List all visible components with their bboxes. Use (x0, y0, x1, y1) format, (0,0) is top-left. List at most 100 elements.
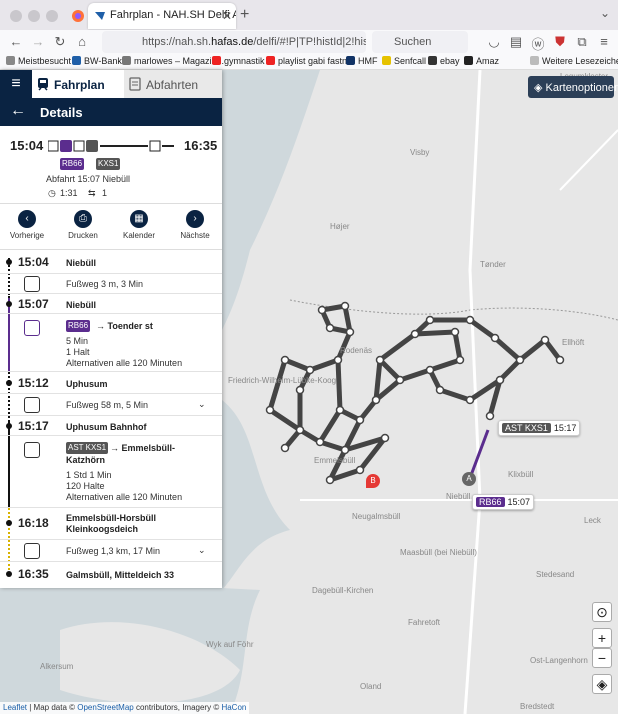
bus-leg-row[interactable]: AST KXS1 → Emmelsbüll- Katzhörn 1 Std 1 … (0, 436, 222, 508)
bus-stop-tag[interactable]: AST KXS1 15:17 (498, 420, 581, 436)
bookmark-gymnastik[interactable]: gymnastik (212, 56, 265, 66)
bus-stop-node[interactable] (490, 333, 500, 343)
back-arrow-icon[interactable]: ← (10, 102, 26, 120)
tab-abfahrten[interactable]: Abfahrten (124, 70, 222, 98)
bus-stop-node[interactable] (325, 475, 335, 485)
start-marker[interactable]: A (462, 472, 476, 486)
bus-stop-node[interactable] (280, 355, 290, 365)
chevron-down-icon[interactable]: ⌄ (198, 399, 206, 410)
zoom-out-button[interactable]: − (592, 648, 612, 668)
stop-row[interactable]: 16:18 Emmelsbüll-Horsbüll Kleinkoogsdeic… (0, 508, 222, 540)
osm-link[interactable]: OpenStreetMap (77, 703, 133, 712)
bus-stop-node[interactable] (465, 395, 475, 405)
bus-stop-node[interactable] (555, 355, 565, 365)
prev-button[interactable]: ‹ Vorherige (0, 210, 54, 240)
stop-row[interactable]: 15:17 Uphusum Bahnhof (0, 416, 222, 436)
stop-row[interactable]: 15:07 Niebüll (0, 294, 222, 314)
stop-row[interactable]: 16:35 Galmsbüll, Mitteldeich 33 (0, 562, 222, 586)
bus-stop-node[interactable] (485, 411, 495, 421)
reload-icon[interactable]: ↻ (52, 34, 68, 50)
firefox-tab-icon[interactable] (66, 4, 90, 28)
search-bar[interactable]: Suchen (372, 31, 468, 53)
bookmark-senfcall[interactable]: Senfcall (382, 56, 426, 66)
bus-stop-node[interactable] (317, 305, 327, 315)
bookmark-playlist[interactable]: playlist gabi fastner (266, 56, 355, 66)
tab-title: Fahrplan - NAH.SH Delfi Auskunft (110, 9, 236, 21)
tab-list-icon[interactable]: ⌄ (600, 6, 610, 20)
bus-stop-node[interactable] (355, 415, 365, 425)
hacon-link[interactable]: HaCon (221, 703, 246, 712)
bus-stop-node[interactable] (455, 355, 465, 365)
pocket-icon[interactable]: ◡ (486, 34, 502, 50)
bookmark-bw-bank[interactable]: BW-Bank (72, 56, 122, 66)
home-icon[interactable]: ⌂ (74, 34, 90, 49)
active-tab[interactable]: Fahrplan - NAH.SH Delfi Auskunft ✕ (88, 3, 236, 29)
bus-stop-node[interactable] (425, 315, 435, 325)
url-bar[interactable]: https://nah.sh.hafas.de/delfi/#!P|TP!his… (102, 31, 366, 53)
back-arrow-icon[interactable]: ← (8, 34, 24, 49)
zoom-in-button[interactable]: + (592, 628, 612, 648)
bus-stop-node[interactable] (325, 323, 335, 333)
bus-stop-node[interactable] (540, 335, 550, 345)
bus-stop-node[interactable] (265, 405, 275, 415)
zoom-window-icon[interactable] (46, 10, 58, 22)
print-button[interactable]: ⎙ Drucken (56, 210, 110, 240)
bus-stop-node[interactable] (465, 315, 475, 325)
bookmark-hmf[interactable]: HMF (346, 56, 378, 66)
bus-stop-node[interactable] (410, 329, 420, 339)
minimize-window-icon[interactable] (28, 10, 40, 22)
bus-stop-node[interactable] (295, 385, 305, 395)
train-stop-tag[interactable]: RB66 15:07 (472, 494, 535, 510)
bookmark-amazon[interactable]: Amaz (464, 56, 499, 66)
bus-stop-node[interactable] (333, 355, 343, 365)
bus-stop-node[interactable] (450, 327, 460, 337)
bookmark-marlowes[interactable]: marlowes – Magazin... (122, 56, 224, 66)
bus-stop-node[interactable] (375, 355, 385, 365)
calendar-button[interactable]: ▦ Kalender (112, 210, 166, 240)
walk-row[interactable]: Fußweg 3 m, 3 Min (0, 274, 222, 294)
bus-stop-node[interactable] (495, 375, 505, 385)
bookmark-meistbesucht[interactable]: Meistbesucht (6, 56, 71, 66)
bus-stop-node[interactable] (355, 465, 365, 475)
hamburger-menu-icon[interactable]: ≡ (0, 70, 32, 98)
tab-fahrplan[interactable]: Fahrplan (32, 70, 124, 98)
layers-switch-icon[interactable]: ◈ (592, 674, 612, 694)
tab-close-icon[interactable]: ✕ (222, 9, 232, 23)
leaflet-link[interactable]: Leaflet (3, 703, 27, 712)
stop-row[interactable]: 15:12 Uphusum (0, 372, 222, 394)
bookmark-ebay[interactable]: ebay (428, 56, 460, 66)
new-tab-icon[interactable]: + (240, 6, 249, 24)
extension-w-icon[interactable]: ⓦ (530, 34, 546, 53)
locate-icon[interactable]: ⊙ (592, 602, 612, 622)
trip-summary[interactable]: 15:04 16:35 RB66 KXS1 Abfahrt 15:07 Nieb… (0, 126, 222, 204)
kartenoptionen-button[interactable]: ◈ Kartenoptionen (528, 76, 618, 98)
walk-row[interactable]: Fußweg 1,3 km, 17 Min ⌄ (0, 540, 222, 562)
bus-stop-node[interactable] (315, 437, 325, 447)
extensions-icon[interactable]: ⧉ (574, 34, 590, 50)
chevron-down-icon[interactable]: ⌄ (198, 545, 206, 556)
reader-view-icon[interactable]: ▤ (508, 34, 524, 50)
train-leg-row[interactable]: RB66 → Toender st 5 Min 1 Halt Alternati… (0, 314, 222, 372)
bus-stop-node[interactable] (395, 375, 405, 385)
bus-stop-node[interactable] (340, 445, 350, 455)
ublock-icon[interactable]: ⛊ (552, 34, 568, 50)
bus-stop-node[interactable] (280, 443, 290, 453)
destination-marker[interactable]: B (366, 474, 380, 488)
bus-stop-node[interactable] (425, 365, 435, 375)
bookmark-weitere[interactable]: Weitere Lesezeichen (530, 56, 618, 66)
close-window-icon[interactable] (10, 10, 22, 22)
bus-stop-node[interactable] (380, 433, 390, 443)
bus-stop-node[interactable] (335, 405, 345, 415)
bus-stop-node[interactable] (295, 425, 305, 435)
walk-row[interactable]: Fußweg 58 m, 5 Min ⌄ (0, 394, 222, 416)
bus-stop-node[interactable] (305, 365, 315, 375)
forward-arrow-icon[interactable]: → (30, 34, 46, 49)
menu-icon[interactable]: ≡ (596, 34, 612, 49)
bus-stop-node[interactable] (515, 355, 525, 365)
next-button[interactable]: › Nächste (168, 210, 222, 240)
stop-row[interactable]: 15:04 Niebüll (0, 250, 222, 274)
bus-stop-node[interactable] (371, 395, 381, 405)
bus-stop-node[interactable] (435, 385, 445, 395)
bus-stop-node[interactable] (345, 327, 355, 337)
bus-stop-node[interactable] (340, 301, 350, 311)
